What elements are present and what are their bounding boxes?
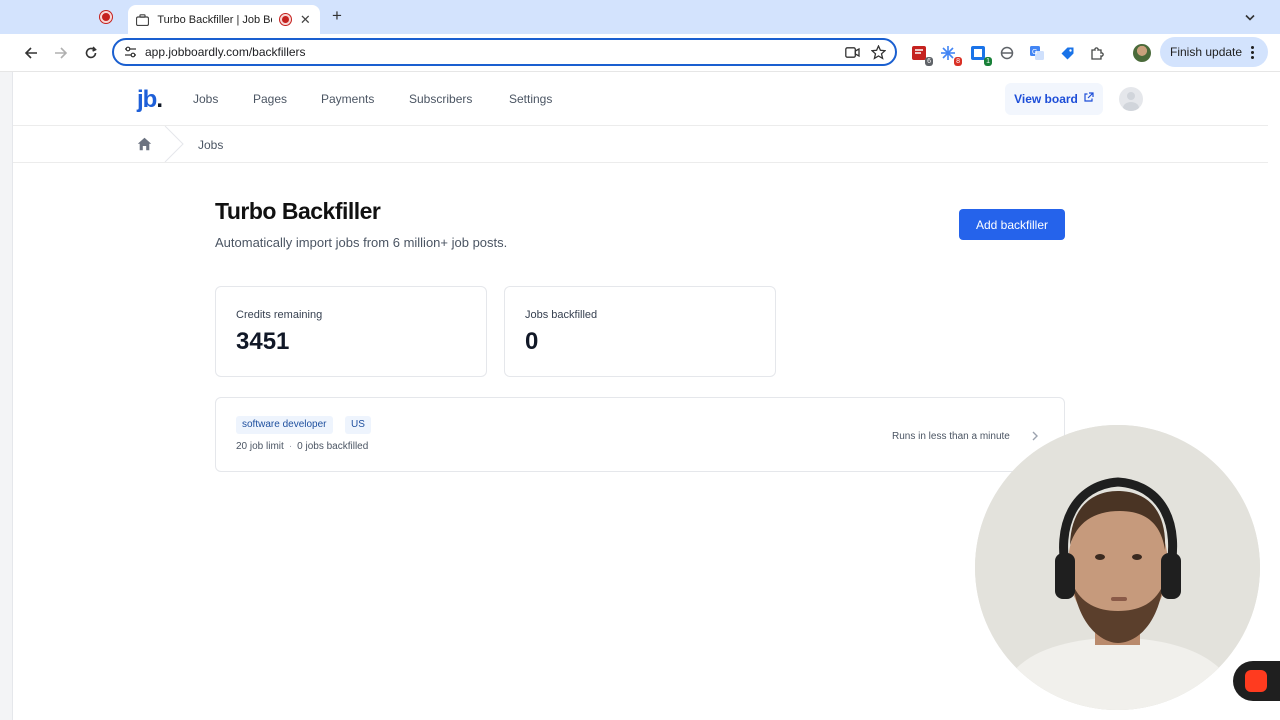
site-info-icon[interactable]	[122, 44, 138, 60]
backfiller-list-item[interactable]: software developer US 20 job limit · 0 job…	[215, 397, 1065, 472]
nav-link-pages[interactable]: Pages	[253, 92, 287, 106]
add-backfiller-button[interactable]: Add backfiller	[959, 209, 1065, 240]
nav-link-settings[interactable]: Settings	[509, 92, 552, 106]
finish-update-label: Finish update	[1170, 45, 1243, 59]
back-arrow-icon[interactable]	[21, 43, 41, 63]
more-menu-icon	[1250, 45, 1254, 59]
breadcrumb: Jobs	[13, 126, 1268, 163]
spark-extension-icon[interactable]: 8	[939, 44, 962, 66]
jobs-backfilled-card: Jobs backfilled 0	[504, 286, 776, 377]
credits-remaining-value: 3451	[236, 328, 290, 355]
breadcrumb-separator-icon	[164, 126, 184, 162]
close-tab-icon[interactable]: ✕	[299, 12, 312, 28]
extension-badge: 1	[984, 57, 992, 66]
stop-recording-icon	[1245, 670, 1267, 692]
backfiller-tag-country: US	[345, 416, 371, 434]
tab-title: Turbo Backfiller | Job Boardly	[157, 13, 272, 26]
nav-link-payments[interactable]: Payments	[321, 92, 374, 106]
page-subtitle: Automatically import jobs from 6 million…	[215, 235, 508, 250]
recording-indicator-icon	[100, 11, 112, 23]
translate-extension-icon[interactable]: G	[1028, 44, 1046, 62]
logo-dot: .	[156, 86, 163, 113]
puzzle-extensions-icon[interactable]	[1088, 44, 1106, 62]
recording-tab[interactable]	[92, 8, 120, 26]
nav-link-jobs[interactable]: Jobs	[193, 92, 218, 106]
reload-icon[interactable]	[81, 43, 101, 63]
backfiller-run-status: Runs in less than a minute	[892, 431, 1010, 442]
address-bar[interactable]: app.jobboardly.com/backfillers	[112, 38, 897, 66]
nav-link-subscribers[interactable]: Subscribers	[409, 92, 472, 106]
extension-badge: 8	[954, 57, 962, 66]
breadcrumb-jobs[interactable]: Jobs	[198, 138, 223, 152]
tab-recording-icon	[279, 14, 291, 25]
backfiller-job-limit: 20 job limit	[236, 441, 284, 452]
jobs-backfilled-label: Jobs backfilled	[525, 309, 598, 321]
page-title: Turbo Backfiller	[215, 198, 381, 224]
user-avatar[interactable]	[1119, 87, 1143, 111]
browser-profile-avatar[interactable]	[1133, 44, 1151, 62]
svg-text:G: G	[1032, 49, 1037, 56]
new-tab-button[interactable]: +	[328, 7, 346, 25]
app-header: jb. Jobs Pages Payments Subscribers Sett…	[13, 72, 1268, 126]
backfiller-jobs-count: 0 jobs backfilled	[297, 441, 369, 452]
presenter-video-image	[975, 425, 1260, 710]
briefcase-favicon-icon	[136, 13, 150, 27]
view-board-button[interactable]: View board	[1005, 83, 1103, 115]
bookmark-star-icon[interactable]	[869, 43, 887, 61]
stop-recording-button[interactable]	[1233, 661, 1280, 701]
browser-tab-bar: Turbo Backfiller | Job Boardly ✕ +	[0, 0, 1280, 34]
jobs-backfilled-value: 0	[525, 328, 539, 355]
meta-separator: ·	[288, 441, 293, 452]
backfiller-meta: 20 job limit · 0 jobs backfilled	[236, 441, 368, 452]
tab-search-chevron-icon[interactable]	[1240, 8, 1260, 26]
finish-update-button[interactable]: Finish update	[1160, 37, 1268, 67]
sheets-extension-icon[interactable]: 1	[969, 44, 992, 66]
backfiller-tag-keyword: software developer	[236, 416, 333, 434]
tag-extension-icon[interactable]	[1058, 44, 1076, 62]
browser-toolbar: app.jobboardly.com/backfillers 6 8 1 G F…	[0, 34, 1280, 72]
jobboardly-logo[interactable]: jb.	[137, 86, 163, 114]
page-edge	[0, 72, 13, 720]
webcam-overlay	[975, 425, 1260, 710]
camera-icon[interactable]	[843, 43, 861, 61]
view-board-label: View board	[1014, 92, 1078, 106]
pdf-extension-icon[interactable]: 6	[910, 44, 933, 66]
credits-remaining-label: Credits remaining	[236, 309, 323, 321]
circle-extension-icon[interactable]	[998, 44, 1016, 62]
chevron-right-icon	[1032, 431, 1038, 441]
logo-text: jb	[137, 86, 157, 113]
browser-tab-active[interactable]: Turbo Backfiller | Job Boardly ✕	[128, 5, 320, 34]
forward-arrow-icon[interactable]	[51, 43, 71, 63]
extension-badge: 6	[925, 57, 933, 66]
credits-remaining-card: Credits remaining 3451	[215, 286, 487, 377]
url-text[interactable]: app.jobboardly.com/backfillers	[145, 45, 843, 59]
home-icon[interactable]	[136, 136, 152, 152]
external-link-icon	[1083, 90, 1094, 108]
